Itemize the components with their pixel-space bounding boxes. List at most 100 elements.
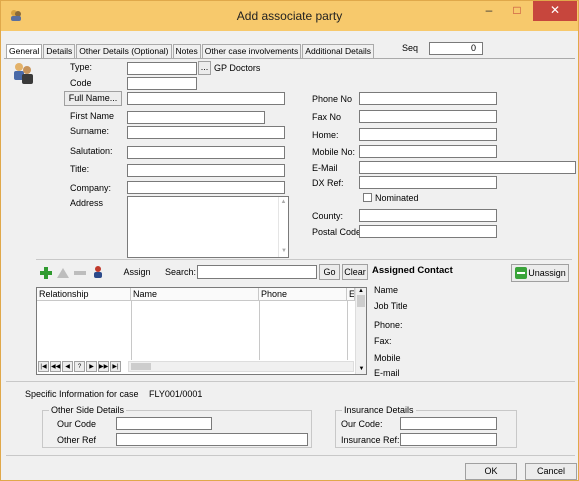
assigned-phone-label: Phone:: [374, 320, 403, 330]
move-up-icon[interactable]: [56, 266, 70, 280]
unassign-label: Unassign: [528, 268, 566, 278]
cancel-button[interactable]: Cancel: [525, 463, 577, 480]
type-name: GP Doctors: [214, 63, 261, 73]
insurance-ref-label: Insurance Ref:: [341, 435, 400, 445]
assigned-contact-heading: Assigned Contact: [372, 265, 453, 276]
first-name-label: First Name: [70, 111, 115, 121]
divider: [6, 381, 575, 382]
fax-field[interactable]: [359, 110, 497, 123]
insurance-our-code-label: Our Code:: [341, 419, 383, 429]
add-icon[interactable]: [39, 266, 53, 280]
county-label: County:: [312, 211, 344, 221]
previous-record-button[interactable]: ◀: [62, 361, 73, 372]
postal-code-field[interactable]: [359, 225, 497, 238]
remove-icon[interactable]: [73, 266, 87, 280]
company-label: Company:: [70, 183, 112, 193]
other-ref-field[interactable]: [116, 433, 308, 446]
our-code-label: Our Code: [57, 419, 97, 429]
tab-additional-details[interactable]: Additional Details: [302, 44, 374, 58]
divider: [6, 455, 575, 456]
full-name-field[interactable]: [127, 92, 285, 105]
tab-other-case-involvements[interactable]: Other case involvements: [201, 44, 302, 58]
last-record-button[interactable]: ▶|: [110, 361, 121, 372]
assigned-email-label: E-mail: [374, 368, 400, 378]
go-button[interactable]: Go: [319, 264, 340, 280]
ok-button[interactable]: OK: [465, 463, 517, 480]
seq-field[interactable]: 0: [429, 42, 483, 55]
case-reference: FLY001/0001: [149, 389, 203, 399]
nominated-checkbox[interactable]: [363, 193, 372, 202]
email-field[interactable]: [359, 161, 576, 174]
assign-person-icon: [94, 266, 102, 278]
next-page-button[interactable]: ▶▶: [98, 361, 109, 372]
surname-field[interactable]: [127, 126, 285, 139]
grid-vertical-scrollbar[interactable]: ▲ ▼: [355, 288, 366, 374]
clear-button[interactable]: Clear: [342, 264, 368, 280]
previous-page-button[interactable]: ◀◀: [50, 361, 61, 372]
tab-other-details[interactable]: Other Details (Optional): [76, 44, 172, 58]
column-header-email[interactable]: E: [347, 288, 355, 301]
contacts-grid[interactable]: Relationship Name Phone E ▲ ▼ |◀ ◀◀ ◀ ? …: [36, 287, 367, 375]
next-record-button[interactable]: ▶: [86, 361, 97, 372]
type-browse-button[interactable]: ...: [198, 61, 211, 75]
column-header-phone[interactable]: Phone: [259, 288, 347, 301]
first-name-field[interactable]: [127, 111, 265, 124]
title-label: Title:: [70, 164, 90, 174]
mobile-label: Mobile No:: [312, 147, 356, 157]
code-field[interactable]: [127, 77, 197, 90]
assigned-name-label: Name: [374, 285, 399, 295]
tab-general[interactable]: General: [6, 44, 43, 59]
title-bar[interactable]: Add associate party – □ ✕: [1, 1, 578, 31]
column-header-relationship[interactable]: Relationship: [37, 288, 131, 301]
other-side-details-title: Other Side Details: [49, 405, 127, 415]
assigned-job-title-label: Job Title: [374, 301, 408, 311]
home-field[interactable]: [359, 128, 497, 141]
assigned-fax-label: Fax:: [374, 336, 392, 346]
mobile-field[interactable]: [359, 145, 497, 158]
salutation-field[interactable]: [127, 146, 285, 159]
phone-field[interactable]: [359, 92, 497, 105]
county-field[interactable]: [359, 209, 497, 222]
nominated-label: Nominated: [375, 193, 419, 203]
grid-column-divider: [259, 301, 260, 360]
tab-details[interactable]: Details: [43, 44, 76, 58]
column-header-name[interactable]: Name: [131, 288, 259, 301]
maximize-button[interactable]: □: [503, 1, 531, 21]
full-name-button[interactable]: Full Name...: [64, 91, 122, 106]
insurance-details-title: Insurance Details: [342, 405, 416, 415]
insurance-our-code-field[interactable]: [400, 417, 497, 430]
dialog-window: Add associate party – □ ✕ General Detail…: [0, 0, 579, 481]
first-record-button[interactable]: |◀: [38, 361, 49, 372]
minimize-button[interactable]: –: [475, 1, 503, 21]
search-field[interactable]: [197, 265, 317, 279]
email-label: E-Mail: [312, 163, 338, 173]
tab-notes[interactable]: Notes: [172, 44, 201, 58]
close-button[interactable]: ✕: [533, 1, 577, 21]
seq-label: Seq: [402, 43, 419, 53]
home-label: Home:: [312, 130, 339, 140]
unassign-icon: [515, 267, 527, 279]
assign-button[interactable]: Assign: [107, 264, 153, 280]
unassign-button[interactable]: Unassign: [511, 264, 569, 282]
title-field[interactable]: [127, 164, 285, 177]
address-field[interactable]: ▲ ▼: [127, 196, 289, 258]
surname-label: Surname:: [70, 126, 110, 136]
grid-horizontal-scrollbar[interactable]: [128, 361, 354, 372]
dx-label: DX Ref:: [312, 178, 344, 188]
grid-column-divider: [347, 301, 348, 360]
dx-field[interactable]: [359, 176, 497, 189]
address-scrollbar[interactable]: ▲ ▼: [278, 197, 288, 257]
divider: [36, 259, 572, 260]
code-label: Code: [70, 78, 92, 88]
record-navigator: |◀ ◀◀ ◀ ? ▶ ▶▶ ▶|: [38, 361, 354, 373]
other-ref-label: Other Ref: [57, 435, 97, 445]
insurance-ref-field[interactable]: [400, 433, 497, 446]
our-code-field[interactable]: [116, 417, 212, 430]
record-info-button[interactable]: ?: [74, 361, 85, 372]
company-field[interactable]: [127, 181, 285, 194]
salutation-label: Salutation:: [70, 146, 113, 156]
associates-icon: [14, 63, 33, 84]
postal-code-label: Postal Code:: [312, 227, 364, 237]
type-field[interactable]: [127, 62, 197, 75]
search-label: Search:: [165, 267, 197, 277]
